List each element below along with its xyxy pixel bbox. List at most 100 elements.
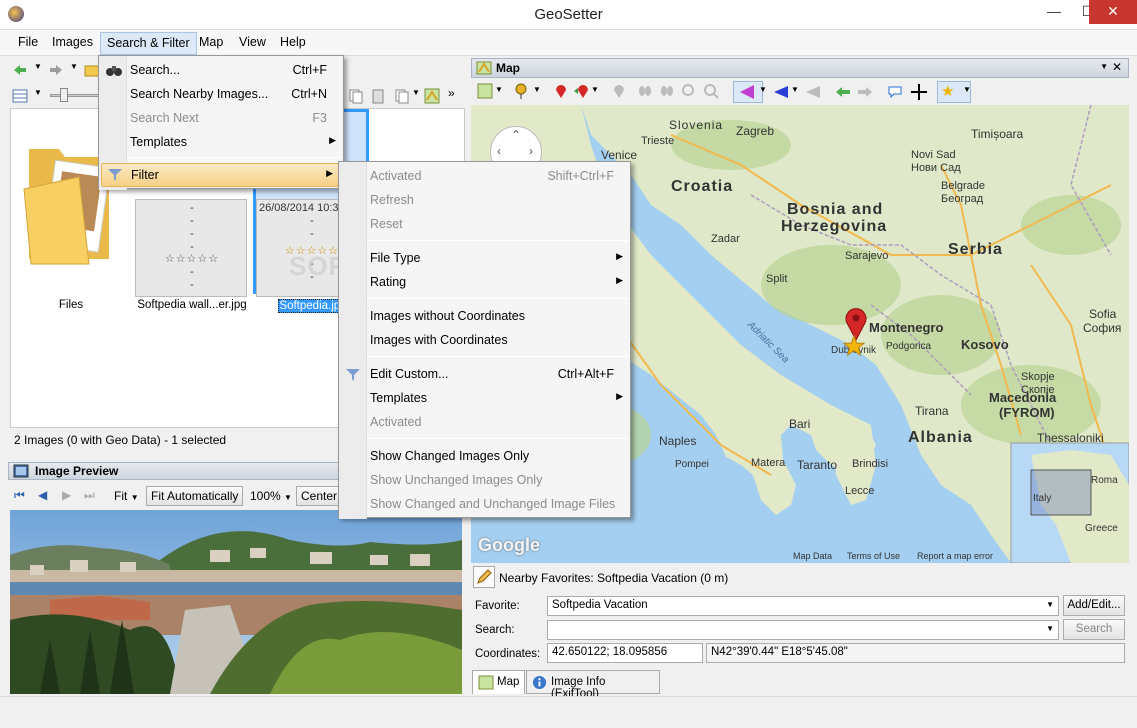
rating-stars[interactable]: ☆☆☆☆☆ xyxy=(136,252,248,265)
green-left-arrow-icon[interactable] xyxy=(835,84,851,100)
blue-arrow-icon[interactable] xyxy=(773,84,789,100)
coordinates-label: Coordinates: xyxy=(475,648,541,660)
first-image-icon[interactable]: ⏮ xyxy=(14,488,25,503)
zoom-search-icon[interactable] xyxy=(703,83,719,99)
menu-view[interactable]: View xyxy=(239,35,266,49)
filter-show-changed[interactable]: Show Changed Images Only xyxy=(339,445,630,469)
fit-select[interactable]: Fit ▼ xyxy=(114,489,139,503)
menu-map[interactable]: Map xyxy=(199,35,223,49)
submenu-arrow-icon: ▶ xyxy=(616,391,623,401)
favorites-dropdown-icon[interactable]: ▼ xyxy=(963,85,971,94)
purple-arrow-dropdown-icon[interactable]: ▼ xyxy=(759,85,767,94)
pan-up-icon[interactable]: ⌃ xyxy=(511,128,521,142)
back-arrow-icon[interactable] xyxy=(12,62,28,78)
thumbnail-1[interactable]: - - - - ☆☆☆☆☆ - - xyxy=(135,199,247,297)
edit-pencil-icon[interactable] xyxy=(473,566,495,588)
folder-label[interactable]: Files xyxy=(41,299,101,311)
thumbnail-1-label[interactable]: Softpedia wall...er.jpg xyxy=(129,299,255,311)
menu-item-search[interactable]: Search... Ctrl+F xyxy=(99,59,343,83)
pan-right-icon[interactable]: › xyxy=(529,144,533,158)
gray-right-arrow-icon[interactable] xyxy=(857,84,873,100)
remove-marker-icon[interactable] xyxy=(609,83,625,99)
filter-with-coordinates[interactable]: Images with Coordinates xyxy=(339,329,630,353)
marker-green-arrow-icon[interactable] xyxy=(573,83,589,99)
menu-item-label: File Type xyxy=(370,251,421,265)
track-icon[interactable] xyxy=(681,83,697,99)
view-dropdown-icon[interactable]: ▼ xyxy=(34,88,42,97)
footprints-2-icon[interactable] xyxy=(659,83,675,99)
blue-arrow-dropdown-icon[interactable]: ▼ xyxy=(791,85,799,94)
menu-file[interactable]: File xyxy=(18,35,38,49)
thumb-size-slider[interactable] xyxy=(50,94,100,97)
menu-search-filter[interactable]: Search & Filter xyxy=(100,32,197,55)
filter-reset[interactable]: Reset xyxy=(339,213,630,237)
marker-red-icon[interactable] xyxy=(553,83,569,99)
footprints-icon[interactable] xyxy=(637,83,653,99)
menu-item-label: Rating xyxy=(370,275,407,289)
forward-dropdown-icon[interactable]: ▼ xyxy=(70,62,78,71)
copy-icon[interactable] xyxy=(348,88,364,104)
panel-close-icon[interactable]: ✕ xyxy=(1112,60,1122,74)
menu-item-label: Images without Coordinates xyxy=(370,309,525,323)
report-error-link[interactable]: Report a map error xyxy=(917,551,993,561)
forward-arrow-icon[interactable] xyxy=(48,62,64,78)
menu-item-filter[interactable]: Filter ▶ xyxy=(101,163,341,187)
minimize-button[interactable]: — xyxy=(1037,0,1071,24)
coordinates-dms-field[interactable]: N42°39'0.44" E18°5'45.08" xyxy=(706,643,1125,663)
filter-submenu: Activated Shift+Ctrl+F Refresh Reset File… xyxy=(338,161,631,519)
add-edit-button[interactable]: Add/Edit... xyxy=(1063,595,1125,616)
gray-arrow-icon[interactable] xyxy=(805,84,821,100)
fit-automatically-button[interactable]: Fit Automatically xyxy=(146,486,244,506)
search-input[interactable]: ▼ xyxy=(547,620,1059,640)
view-mode-icon[interactable] xyxy=(12,88,28,104)
thumb-size-slider-handle[interactable] xyxy=(60,88,68,102)
menu-help[interactable]: Help xyxy=(280,35,306,49)
filter-edit-custom[interactable]: Edit Custom... Ctrl+Alt+F xyxy=(339,363,630,387)
zoom-select[interactable]: 100% ▼ xyxy=(250,489,292,503)
filter-file-type[interactable]: File Type ▶ xyxy=(339,247,630,271)
filter-show-unchanged[interactable]: Show Unchanged Images Only xyxy=(339,469,630,493)
map-type-dropdown-icon[interactable]: ▼ xyxy=(495,85,503,94)
tab-map[interactable]: Map xyxy=(472,670,525,694)
center-button[interactable]: Center xyxy=(296,486,343,506)
filter-templates[interactable]: Templates ▶ xyxy=(339,387,630,411)
pan-left-icon[interactable]: ‹ xyxy=(497,144,501,158)
panel-dropdown-icon[interactable]: ▼ xyxy=(1100,62,1108,71)
next-image-icon[interactable]: ▶ xyxy=(62,488,71,502)
menu-item-templates[interactable]: Templates ▶ xyxy=(99,131,343,155)
purple-arrow-icon xyxy=(740,85,754,99)
favorite-star-marker-icon[interactable] xyxy=(843,335,865,357)
map-data-link[interactable]: Map Data xyxy=(793,551,832,561)
terms-link[interactable]: Terms of Use xyxy=(847,551,900,561)
last-image-icon[interactable]: ⏭ xyxy=(84,488,95,503)
tab-image-info[interactable]: Image Info (ExifTool) xyxy=(526,670,660,700)
map-type-icon[interactable] xyxy=(477,83,493,99)
filter-activated[interactable]: Activated Shift+Ctrl+F xyxy=(339,165,630,189)
duplicate-icon[interactable] xyxy=(394,88,410,104)
menu-item-label: Edit Custom... xyxy=(370,367,449,381)
map-label: Sofia xyxy=(1089,307,1117,321)
coordinates-decimal-field[interactable]: 42.650122; 18.095856 xyxy=(547,643,703,663)
filter-show-changed-and-unchanged[interactable]: Show Changed and Unchanged Image Files xyxy=(339,493,630,517)
filter-rating[interactable]: Rating ▶ xyxy=(339,271,630,295)
filter-without-coordinates[interactable]: Images without Coordinates xyxy=(339,305,630,329)
duplicate-dropdown-icon[interactable]: ▼ xyxy=(412,88,420,97)
filter-refresh[interactable]: Refresh xyxy=(339,189,630,213)
search-button[interactable]: Search xyxy=(1063,619,1125,640)
map-view-icon[interactable] xyxy=(424,88,440,104)
speech-bubble-icon[interactable] xyxy=(887,84,903,100)
more-tools-icon[interactable]: » xyxy=(448,86,455,100)
paste-icon[interactable] xyxy=(370,88,386,104)
set-position-dropdown-icon[interactable]: ▼ xyxy=(533,85,541,94)
set-position-icon[interactable] xyxy=(513,83,529,99)
menu-item-search-nearby[interactable]: Search Nearby Images... Ctrl+N xyxy=(99,83,343,107)
filter-template-activated[interactable]: Activated xyxy=(339,411,630,435)
back-dropdown-icon[interactable]: ▼ xyxy=(34,62,42,71)
menu-item-search-next[interactable]: Search Next F3 xyxy=(99,107,343,131)
prev-image-icon[interactable]: ◀ xyxy=(38,488,47,502)
marker-dropdown-icon[interactable]: ▼ xyxy=(591,85,599,94)
crosshair-icon[interactable] xyxy=(911,84,927,100)
favorite-select[interactable]: Softpedia Vacation ▼ xyxy=(547,596,1059,616)
menu-images[interactable]: Images xyxy=(52,35,93,49)
close-button[interactable]: ✕ xyxy=(1089,0,1137,24)
